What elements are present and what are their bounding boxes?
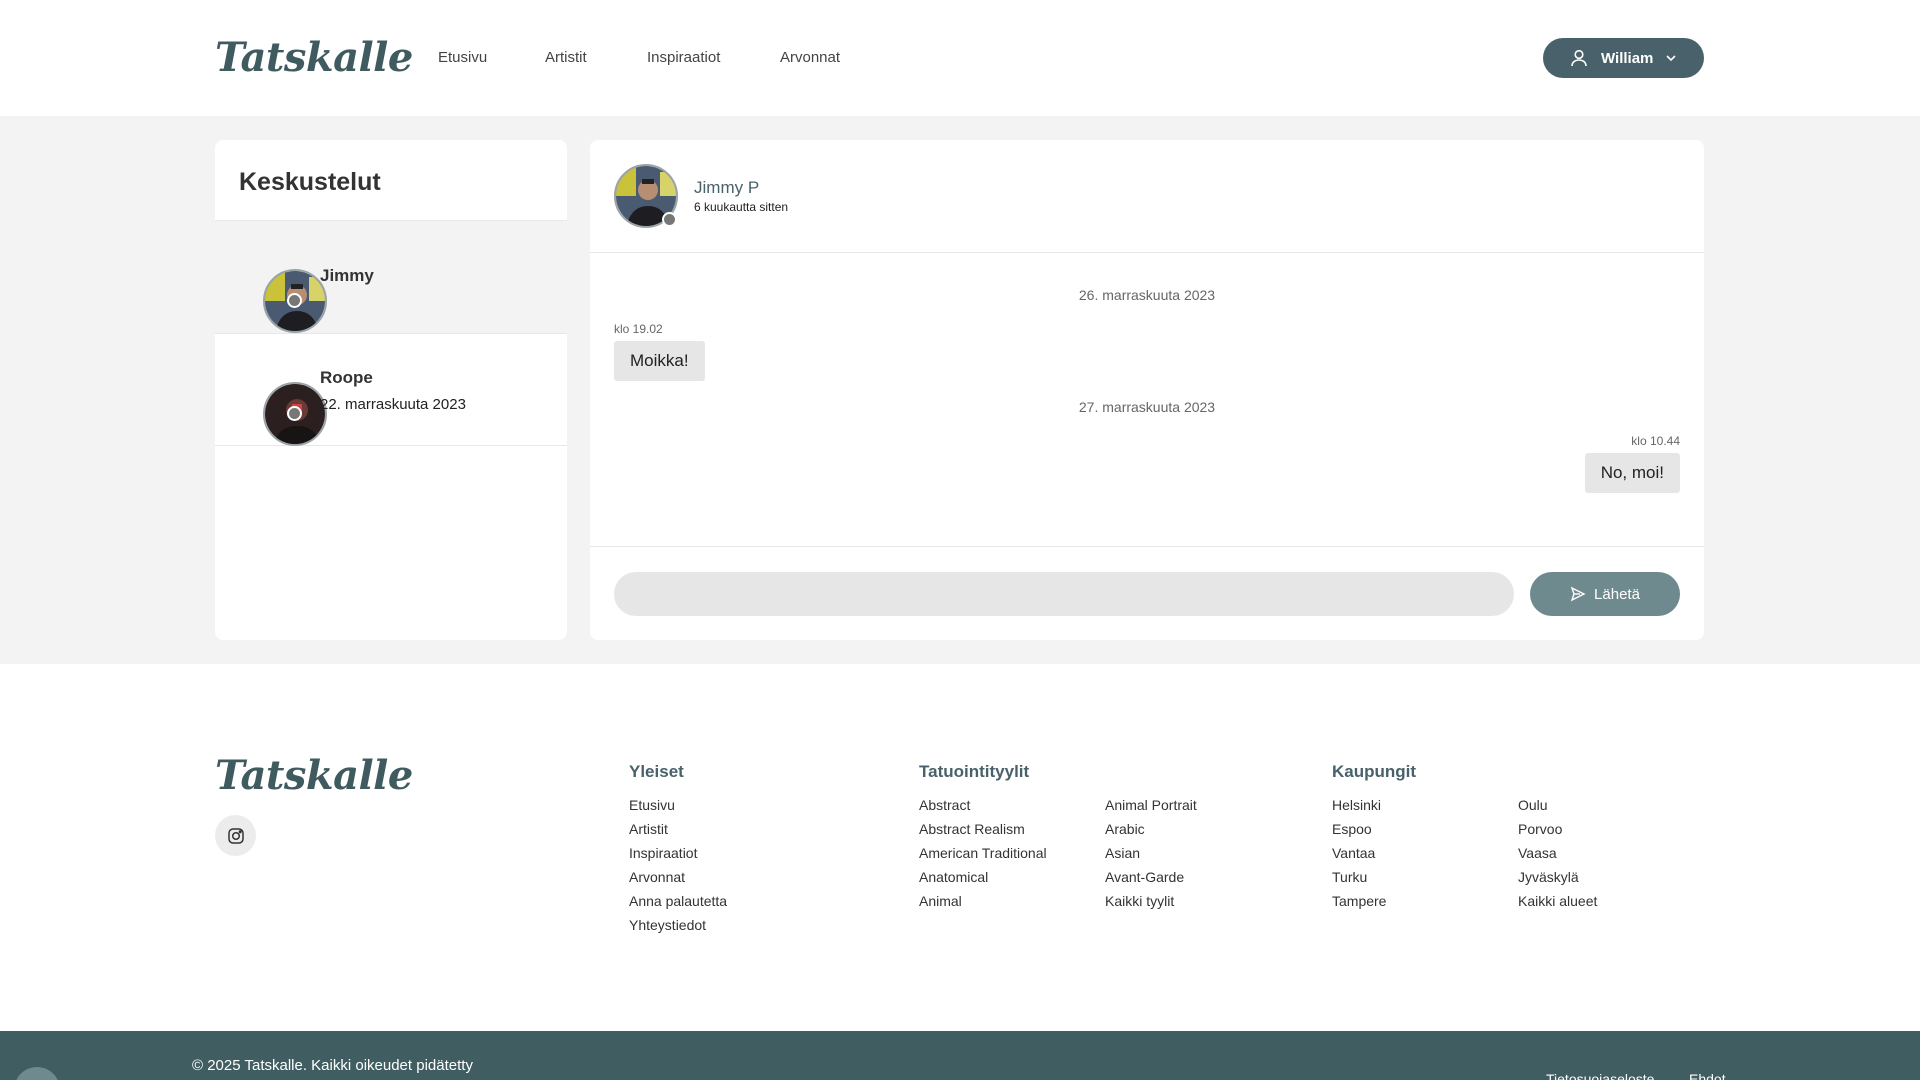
footer-link[interactable]: Inspiraatiot <box>629 845 697 861</box>
chat-panel: Jimmy P 6 kuukautta sitten 26. marraskuu… <box>590 140 1704 640</box>
message-time: klo 19.02 <box>614 322 663 336</box>
nav-inspiraatiot[interactable]: Inspiraatiot <box>647 49 720 66</box>
chat-last-seen: 6 kuukautta sitten <box>694 200 789 214</box>
footer-link[interactable]: Asian <box>1105 845 1140 861</box>
message-bubble: No, moi! <box>1584 453 1680 493</box>
site-logo[interactable]: Tatskalle <box>215 34 413 81</box>
footer-link[interactable]: Kaikki alueet <box>1518 893 1597 909</box>
date-separator: 26. marraskuuta 2023 <box>1078 287 1216 303</box>
message-time: klo 10.44 <box>1631 434 1680 448</box>
send-icon <box>1570 586 1586 602</box>
message-bubble: Moikka! <box>614 341 705 381</box>
nav-artistit[interactable]: Artistit <box>545 49 587 66</box>
footer-link[interactable]: Abstract Realism <box>919 821 1025 837</box>
footer-link[interactable]: Oulu <box>1518 797 1548 813</box>
user-name: William <box>1601 49 1654 67</box>
instagram-icon <box>227 827 244 844</box>
nav-arvonnat[interactable]: Arvonnat <box>780 49 840 66</box>
user-menu-button[interactable]: William <box>1543 38 1704 78</box>
date-separator: 27. marraskuuta 2023 <box>1078 399 1216 415</box>
composer-divider <box>590 546 1704 547</box>
footer-link[interactable]: Turku <box>1332 869 1367 885</box>
footer-heading-cities: Kaupungit <box>1332 762 1417 781</box>
status-dot <box>287 406 302 421</box>
footer-link[interactable]: Avant-Garde <box>1105 869 1184 885</box>
footer-link[interactable]: Animal <box>919 893 962 909</box>
site-header: Tatskalle Etusivu Artistit Inspiraatiot … <box>0 0 1920 116</box>
conversation-name: Roope <box>320 368 373 387</box>
footer-link[interactable]: Vantaa <box>1332 845 1375 861</box>
conversation-name: Jimmy <box>320 266 374 285</box>
footer-link[interactable]: Arvonnat <box>629 869 685 885</box>
footer-link[interactable]: Porvoo <box>1518 821 1562 837</box>
footer-link[interactable]: Vaasa <box>1518 845 1557 861</box>
message-input[interactable] <box>614 572 1514 616</box>
footer-link[interactable]: Espoo <box>1332 821 1372 837</box>
footer-link[interactable]: Anatomical <box>919 869 988 885</box>
footer-link[interactable]: Jyväskylä <box>1518 869 1579 885</box>
send-button[interactable]: Lähetä <box>1530 572 1680 616</box>
footer-link[interactable]: Abstract <box>919 797 970 813</box>
conversations-panel: Keskustelut Jimmy Roope 22. marraskuuta … <box>215 140 567 640</box>
footer-logo[interactable]: Tatskalle <box>215 752 413 799</box>
user-icon <box>1571 49 1587 67</box>
footer-heading-styles: Tatuointityylit <box>919 762 1030 781</box>
chat-contact-name[interactable]: Jimmy P <box>694 178 759 198</box>
conversation-date: 22. marraskuuta 2023 <box>320 396 466 413</box>
conversation-item-jimmy[interactable]: Jimmy <box>215 220 567 333</box>
instagram-link[interactable] <box>215 815 256 856</box>
status-dot <box>287 293 302 308</box>
status-dot <box>662 212 677 227</box>
footer-link[interactable]: Animal Portrait <box>1105 797 1197 813</box>
footer-link[interactable]: Anna palautetta <box>629 893 727 909</box>
chat-header: Jimmy P 6 kuukautta sitten <box>590 140 1704 253</box>
footer-link[interactable]: American Traditional <box>919 845 1047 861</box>
footer-link[interactable]: Tampere <box>1332 893 1386 909</box>
footer-link[interactable]: Kaikki tyylit <box>1105 893 1174 909</box>
footer-link[interactable]: Artistit <box>629 821 668 837</box>
terms-link[interactable]: Ehdot <box>1689 1071 1726 1080</box>
privacy-link[interactable]: Tietosuojaseloste <box>1546 1071 1654 1080</box>
copyright: © 2025 Tatskalle. Kaikki oikeudet pidäte… <box>192 1057 473 1074</box>
chevron-down-icon <box>1666 55 1676 62</box>
footer-link[interactable]: Yhteystiedot <box>629 917 706 933</box>
footer-link[interactable]: Arabic <box>1105 821 1145 837</box>
footer-heading-general: Yleiset <box>629 762 684 781</box>
conversations-title: Keskustelut <box>239 168 381 196</box>
footer-link[interactable]: Helsinki <box>1332 797 1381 813</box>
send-label: Lähetä <box>1594 585 1640 603</box>
conversation-item-roope[interactable]: Roope 22. marraskuuta 2023 <box>215 333 567 446</box>
nav-etusivu[interactable]: Etusivu <box>438 49 487 66</box>
footer-link[interactable]: Etusivu <box>629 797 675 813</box>
